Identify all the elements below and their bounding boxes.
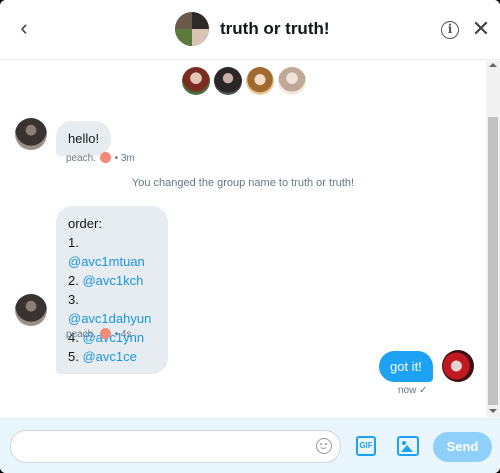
list-item: 2. @avc1kch bbox=[68, 273, 144, 288]
scroll-down-arrow-icon[interactable] bbox=[489, 409, 497, 413]
list-item: 5. @avc1ce bbox=[68, 349, 137, 364]
participant-avatar[interactable] bbox=[278, 67, 306, 95]
back-button[interactable]: ‹ bbox=[12, 16, 36, 40]
participant-avatar[interactable] bbox=[182, 67, 210, 95]
message-composer: GIF Send bbox=[0, 418, 500, 473]
system-message: You changed the group name to truth or t… bbox=[131, 177, 355, 189]
conversation-title-area[interactable]: truth or truth! bbox=[175, 12, 330, 46]
participant-avatars bbox=[182, 67, 306, 95]
close-icon: ✕ bbox=[471, 16, 491, 41]
list-item: 1. @avc1mtuan bbox=[68, 235, 145, 269]
sender-name[interactable]: peach. bbox=[66, 329, 96, 340]
avatar[interactable] bbox=[15, 118, 47, 150]
timestamp: 3m bbox=[120, 153, 135, 164]
message-bubble: hello! bbox=[56, 121, 112, 156]
info-icon: i bbox=[447, 22, 453, 36]
message-text: order: bbox=[68, 216, 102, 231]
mention-link[interactable]: @avc1ce bbox=[82, 349, 136, 364]
message-bubble: order: 1. @avc1mtuan 2. @avc1kch 3. @avc… bbox=[56, 206, 168, 374]
scrollbar[interactable] bbox=[486, 61, 500, 417]
message-text: hello! bbox=[68, 131, 100, 146]
message-text: got it! bbox=[390, 359, 422, 374]
message-input-box[interactable] bbox=[10, 430, 341, 463]
avatar[interactable] bbox=[442, 350, 474, 382]
message-list: hello! peach. • 3m You changed the group… bbox=[0, 61, 486, 417]
image-icon[interactable] bbox=[397, 436, 419, 456]
peach-emoji-icon bbox=[99, 152, 111, 163]
timestamp: now bbox=[398, 385, 417, 396]
sender-name[interactable]: peach. bbox=[66, 153, 96, 164]
timestamp: 4s bbox=[120, 329, 132, 340]
peach-emoji-icon bbox=[99, 328, 111, 339]
participant-avatar[interactable] bbox=[246, 67, 274, 95]
mention-link[interactable]: @avc1dahyun bbox=[68, 311, 151, 326]
avatar[interactable] bbox=[15, 294, 47, 326]
page-title: truth or truth! bbox=[220, 19, 330, 38]
mention-link[interactable]: @avc1kch bbox=[82, 273, 143, 288]
list-item: 3. @avc1dahyun bbox=[68, 292, 152, 326]
message-meta: peach. • 3m bbox=[66, 152, 135, 164]
scrollbar-thumb[interactable] bbox=[488, 117, 498, 405]
participant-avatar[interactable] bbox=[214, 67, 242, 95]
message-bubble: got it! bbox=[379, 351, 433, 382]
message-meta: now ✓ bbox=[398, 385, 428, 396]
sent-check-icon: ✓ bbox=[419, 385, 428, 396]
group-avatar bbox=[175, 12, 209, 46]
scroll-up-arrow-icon[interactable] bbox=[489, 63, 497, 67]
send-button[interactable]: Send bbox=[433, 432, 492, 462]
message-meta: peach. • 4s bbox=[66, 328, 132, 340]
close-button[interactable]: ✕ bbox=[470, 16, 492, 42]
gif-button[interactable]: GIF bbox=[356, 436, 376, 456]
message-input[interactable] bbox=[19, 437, 309, 457]
conversation-header: ‹ truth or truth! i ✕ bbox=[0, 0, 500, 60]
mention-link[interactable]: @avc1mtuan bbox=[68, 254, 145, 269]
emoji-icon[interactable] bbox=[316, 438, 332, 454]
dm-window: ‹ truth or truth! i ✕ hello! peach. • 3m… bbox=[0, 0, 500, 473]
chevron-left-icon: ‹ bbox=[20, 15, 28, 40]
info-button[interactable]: i bbox=[441, 21, 459, 39]
